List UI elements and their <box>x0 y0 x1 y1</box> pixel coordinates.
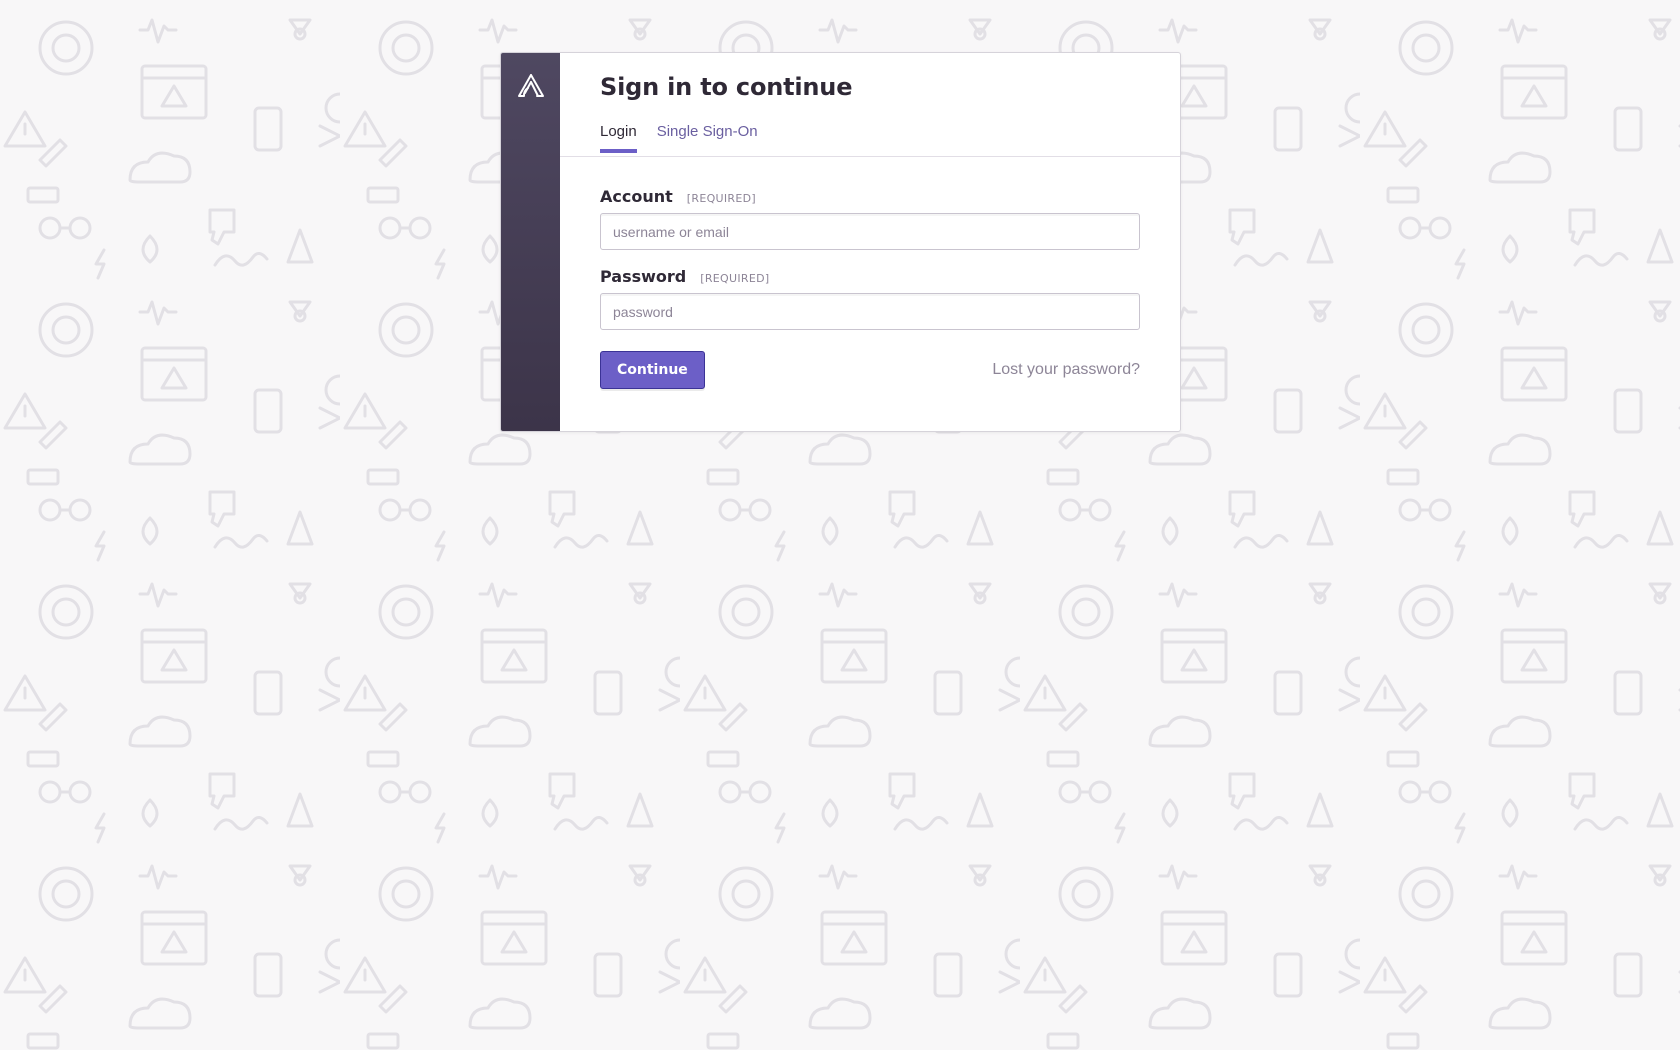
password-required-badge: [REQUIRED] <box>700 272 770 285</box>
login-form: Account [REQUIRED] Password [REQUIRED] C… <box>560 157 1180 389</box>
account-input[interactable] <box>600 213 1140 250</box>
account-label: Account <box>600 187 673 206</box>
auth-tabs: Login Single Sign-On <box>600 123 1140 153</box>
account-field-group: Account [REQUIRED] <box>600 187 1140 250</box>
password-label-row: Password [REQUIRED] <box>600 267 1140 286</box>
auth-sidebar <box>501 53 560 431</box>
lost-password-link[interactable]: Lost your password? <box>992 361 1140 379</box>
auth-main: Sign in to continue Login Single Sign-On… <box>560 53 1180 431</box>
password-label: Password <box>600 267 687 286</box>
page-title: Sign in to continue <box>600 73 853 101</box>
tab-login[interactable]: Login <box>600 123 637 153</box>
account-label-row: Account [REQUIRED] <box>600 187 1140 206</box>
sign-in-card: Sign in to continue Login Single Sign-On… <box>500 52 1181 432</box>
account-required-badge: [REQUIRED] <box>686 192 756 205</box>
form-actions: Continue Lost your password? <box>600 351 1140 389</box>
sentry-logo-icon <box>517 74 544 97</box>
auth-header: Sign in to continue Login Single Sign-On <box>560 53 1180 157</box>
password-input[interactable] <box>600 293 1140 330</box>
continue-button[interactable]: Continue <box>600 351 705 389</box>
password-field-group: Password [REQUIRED] <box>600 267 1140 330</box>
tab-single-sign-on[interactable]: Single Sign-On <box>657 123 758 153</box>
